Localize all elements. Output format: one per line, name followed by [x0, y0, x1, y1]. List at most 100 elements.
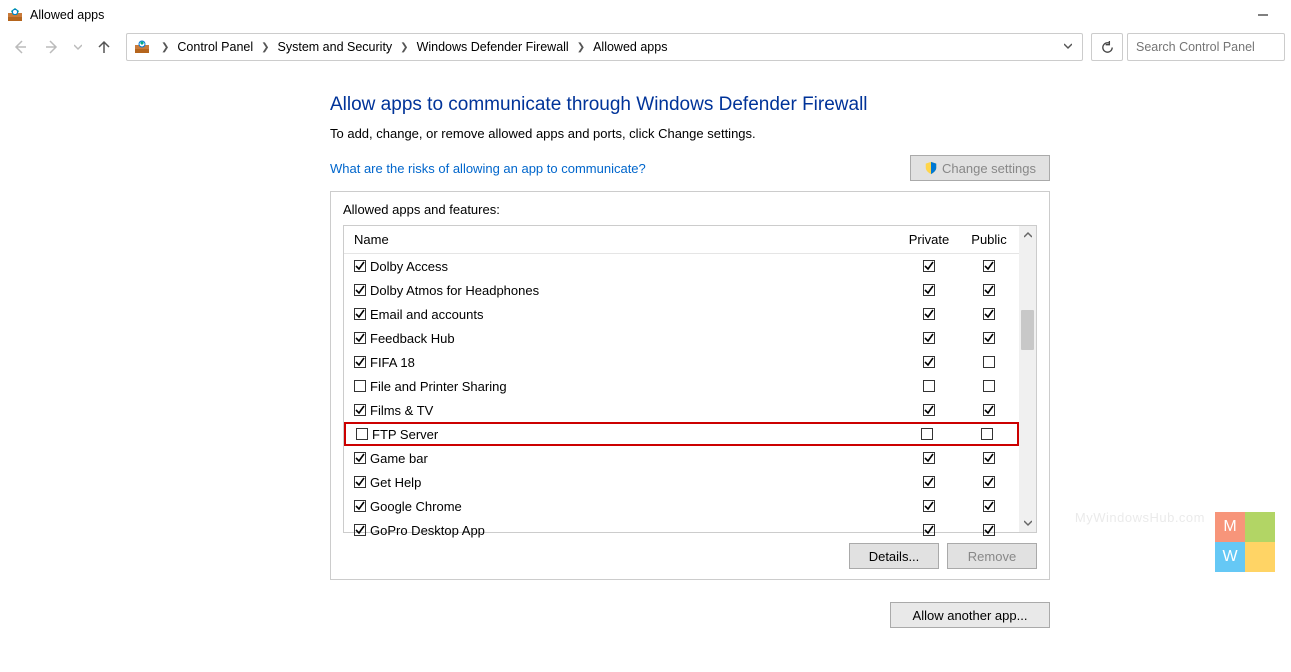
app-name: Feedback Hub [370, 331, 455, 346]
checkbox-checked-icon[interactable] [354, 404, 366, 416]
scroll-down-icon[interactable] [1019, 514, 1036, 532]
table-row[interactable]: Dolby Atmos for Headphones [344, 278, 1019, 302]
firewall-icon [6, 6, 24, 24]
app-name: FIFA 18 [370, 355, 415, 370]
checkbox-checked-icon[interactable] [354, 260, 366, 272]
table-row[interactable]: Email and accounts [344, 302, 1019, 326]
checkbox-checked-icon[interactable] [923, 284, 935, 296]
allow-another-app-button[interactable]: Allow another app... [890, 602, 1050, 628]
checkbox-checked-icon[interactable] [983, 260, 995, 272]
chevron-right-icon[interactable]: ❯ [157, 42, 173, 53]
breadcrumb-item[interactable]: Allowed apps [589, 40, 671, 54]
checkbox-unchecked-icon[interactable] [923, 380, 935, 392]
firewall-icon [131, 36, 153, 58]
details-button[interactable]: Details... [849, 543, 939, 569]
refresh-button[interactable] [1091, 33, 1123, 61]
app-name: FTP Server [372, 427, 438, 442]
checkbox-checked-icon[interactable] [354, 476, 366, 488]
search-input[interactable] [1134, 39, 1278, 55]
checkbox-checked-icon[interactable] [923, 500, 935, 512]
table-row[interactable]: FTP Server [344, 422, 1019, 446]
window-title: Allowed apps [30, 8, 104, 22]
app-name: Get Help [370, 475, 421, 490]
search-box[interactable] [1127, 33, 1285, 61]
checkbox-unchecked-icon[interactable] [983, 356, 995, 368]
checkbox-checked-icon[interactable] [354, 356, 366, 368]
checkbox-checked-icon[interactable] [923, 260, 935, 272]
checkbox-checked-icon[interactable] [983, 500, 995, 512]
chevron-right-icon[interactable]: ❯ [396, 42, 412, 53]
breadcrumb-item[interactable]: Control Panel [173, 40, 257, 54]
app-name: GoPro Desktop App [370, 523, 485, 538]
checkbox-checked-icon[interactable] [354, 284, 366, 296]
checkbox-checked-icon[interactable] [354, 308, 366, 320]
table-row[interactable]: GoPro Desktop App [344, 518, 1019, 542]
change-settings-button[interactable]: Change settings [910, 155, 1050, 181]
column-header-private[interactable]: Private [899, 232, 959, 247]
checkbox-checked-icon[interactable] [354, 452, 366, 464]
remove-button[interactable]: Remove [947, 543, 1037, 569]
checkbox-checked-icon[interactable] [983, 524, 995, 536]
checkbox-checked-icon[interactable] [983, 404, 995, 416]
page-heading: Allow apps to communicate through Window… [330, 94, 1050, 116]
table-row[interactable]: Feedback Hub [344, 326, 1019, 350]
watermark: MyWindowsHub.com M W [1215, 512, 1275, 572]
up-button[interactable] [90, 34, 118, 60]
app-name: File and Printer Sharing [370, 379, 507, 394]
table-row[interactable]: Game bar [344, 446, 1019, 470]
checkbox-checked-icon[interactable] [354, 524, 366, 536]
list-label: Allowed apps and features: [343, 202, 1037, 217]
checkbox-unchecked-icon[interactable] [354, 380, 366, 392]
table-row[interactable]: FIFA 18 [344, 350, 1019, 374]
app-name: Email and accounts [370, 307, 483, 322]
app-name: Google Chrome [370, 499, 462, 514]
checkbox-checked-icon[interactable] [354, 332, 366, 344]
scroll-up-icon[interactable] [1019, 226, 1036, 244]
column-header-name[interactable]: Name [344, 232, 899, 247]
scroll-thumb[interactable] [1021, 310, 1034, 350]
checkbox-checked-icon[interactable] [923, 452, 935, 464]
checkbox-checked-icon[interactable] [983, 476, 995, 488]
checkbox-checked-icon[interactable] [923, 476, 935, 488]
breadcrumb-item[interactable]: Windows Defender Firewall [413, 40, 573, 54]
table-row[interactable]: Dolby Access [344, 254, 1019, 278]
checkbox-checked-icon[interactable] [923, 356, 935, 368]
checkbox-checked-icon[interactable] [923, 524, 935, 536]
column-header-public[interactable]: Public [959, 232, 1019, 247]
checkbox-checked-icon[interactable] [923, 404, 935, 416]
app-name: Dolby Access [370, 259, 448, 274]
app-name: Dolby Atmos for Headphones [370, 283, 539, 298]
checkbox-checked-icon[interactable] [983, 452, 995, 464]
chevron-right-icon[interactable]: ❯ [257, 42, 273, 53]
checkbox-checked-icon[interactable] [983, 308, 995, 320]
address-bar[interactable]: ❯ Control Panel ❯ System and Security ❯ … [126, 33, 1083, 61]
checkbox-checked-icon[interactable] [983, 332, 995, 344]
scrollbar[interactable] [1019, 226, 1036, 532]
table-row[interactable]: Films & TV [344, 398, 1019, 422]
back-button[interactable] [6, 34, 34, 60]
table-row[interactable]: Google Chrome [344, 494, 1019, 518]
checkbox-unchecked-icon[interactable] [981, 428, 993, 440]
checkbox-unchecked-icon[interactable] [921, 428, 933, 440]
checkbox-checked-icon[interactable] [923, 332, 935, 344]
checkbox-unchecked-icon[interactable] [356, 428, 368, 440]
app-name: Films & TV [370, 403, 433, 418]
checkbox-checked-icon[interactable] [354, 500, 366, 512]
recent-locations-dropdown[interactable] [70, 34, 86, 60]
chevron-right-icon[interactable]: ❯ [573, 42, 589, 53]
change-settings-label: Change settings [942, 161, 1036, 176]
allowed-apps-table: Name Private Public Dolby Access Dolby At… [344, 226, 1019, 532]
breadcrumb-item[interactable]: System and Security [274, 40, 397, 54]
risks-link[interactable]: What are the risks of allowing an app to… [330, 161, 646, 176]
app-name: Game bar [370, 451, 428, 466]
address-dropdown[interactable] [1058, 42, 1078, 53]
checkbox-unchecked-icon[interactable] [983, 380, 995, 392]
table-row[interactable]: File and Printer Sharing [344, 374, 1019, 398]
checkbox-checked-icon[interactable] [983, 284, 995, 296]
checkbox-checked-icon[interactable] [923, 308, 935, 320]
minimize-button[interactable] [1241, 0, 1285, 30]
table-row[interactable]: Get Help [344, 470, 1019, 494]
page-subtext: To add, change, or remove allowed apps a… [330, 126, 1050, 141]
allowed-apps-panel: Allowed apps and features: Name Private … [330, 191, 1050, 580]
forward-button[interactable] [38, 34, 66, 60]
